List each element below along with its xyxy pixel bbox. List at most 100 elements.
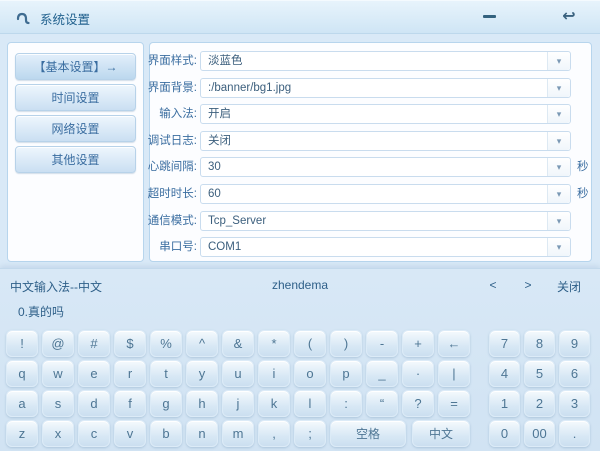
keyboard-key[interactable]: u (222, 360, 254, 387)
keyboard-key[interactable]: # (78, 330, 110, 357)
keyboard-key[interactable]: ^ (186, 330, 218, 357)
keyboard-key[interactable]: d (78, 390, 110, 417)
numpad-key[interactable]: 2 (524, 390, 555, 417)
keyboard-key[interactable]: n (186, 420, 218, 447)
numpad-key[interactable]: 8 (524, 330, 555, 357)
keyboard-key[interactable]: r (114, 360, 146, 387)
keyboard-key[interactable]: p (330, 360, 362, 387)
keyboard-key[interactable]: x (42, 420, 74, 447)
form-dropdown[interactable]: 开启▾ (200, 104, 571, 124)
keyboard-key[interactable]: e (78, 360, 110, 387)
keyboard-key[interactable]: v (114, 420, 146, 447)
chevron-down-icon[interactable]: ▾ (547, 238, 570, 256)
sidebar-item-other-settings[interactable]: 其他设置 (15, 146, 136, 173)
sidebar-item-label: 【基本设置】→ (33, 58, 117, 75)
keyboard-key[interactable]: % (150, 330, 182, 357)
form-label: 界面背景: (137, 78, 197, 98)
form-dropdown[interactable]: 60 ▾ (200, 184, 571, 204)
chevron-down-icon[interactable]: ▾ (547, 52, 570, 70)
key-space[interactable]: 空格 (330, 420, 406, 447)
chevron-down-icon[interactable]: ▾ (547, 79, 570, 97)
keyboard-key[interactable]: | (438, 360, 470, 387)
keyboard-key[interactable]: ! (6, 330, 38, 357)
keyboard-key[interactable]: b (150, 420, 182, 447)
dropdown-value: :/banner/bg1.jpg (208, 79, 291, 97)
numpad-key[interactable]: 4 (489, 360, 520, 387)
ime-next-page-button[interactable]: > (519, 278, 537, 292)
keyboard-key[interactable]: * (258, 330, 290, 357)
numpad-key[interactable]: . (559, 420, 590, 447)
keyboard-key[interactable]: f (114, 390, 146, 417)
keyboard-key[interactable]: z (6, 420, 38, 447)
keyboard-key[interactable]: + (402, 330, 434, 357)
sidebar-item-time-settings[interactable]: 时间设置 (15, 84, 136, 111)
keyboard-key[interactable]: : (330, 390, 362, 417)
keyboard-key[interactable]: - (366, 330, 398, 357)
unit-label: 秒 (577, 184, 589, 204)
keyboard-key[interactable]: k (258, 390, 290, 417)
keyboard-key[interactable]: a (6, 390, 38, 417)
keyboard-key[interactable]: · (402, 360, 434, 387)
numpad-key[interactable]: 1 (489, 390, 520, 417)
sidebar-item-basic-settings[interactable]: 【基本设置】→ (15, 53, 136, 80)
key-backspace[interactable]: ← (438, 330, 470, 357)
ime-candidate[interactable]: 0.真的吗 (18, 303, 64, 320)
form-dropdown[interactable]: :/banner/bg1.jpg ▾ (200, 78, 571, 98)
keyboard-key[interactable]: ) (330, 330, 362, 357)
keyboard-key[interactable]: $ (114, 330, 146, 357)
numpad-key[interactable]: 6 (559, 360, 590, 387)
form-dropdown[interactable]: 淡蓝色▾ (200, 51, 571, 71)
keyboard-key[interactable]: i (258, 360, 290, 387)
sidebar-item-label: 网络设置 (51, 120, 99, 137)
keyboard-key[interactable]: j (222, 390, 254, 417)
keyboard-key[interactable]: ? (402, 390, 434, 417)
keyboard-key[interactable]: q (6, 360, 38, 387)
key-chinese-toggle[interactable]: 中文 (412, 420, 470, 447)
keyboard-key[interactable]: c (78, 420, 110, 447)
sidebar-item-network-settings[interactable]: 网络设置 (15, 115, 136, 142)
keyboard-key[interactable]: w (42, 360, 74, 387)
keyboard-key[interactable]: @ (42, 330, 74, 357)
keyboard-key[interactable]: ; (294, 420, 326, 447)
keyboard-key[interactable]: “ (366, 390, 398, 417)
keyboard-key[interactable]: , (258, 420, 290, 447)
keyboard-key[interactable]: _ (366, 360, 398, 387)
numpad-key[interactable]: 0 (489, 420, 520, 447)
chevron-down-icon[interactable]: ▾ (547, 158, 570, 176)
form-dropdown[interactable]: COM1▾ (200, 237, 571, 257)
numpad-key[interactable]: 7 (489, 330, 520, 357)
dropdown-value: 60 (208, 185, 221, 203)
minimize-icon (483, 15, 496, 18)
keyboard-key[interactable]: t (150, 360, 182, 387)
keyboard-key[interactable]: = (438, 390, 470, 417)
form-dropdown[interactable]: 关闭▾ (200, 131, 571, 151)
numpad-key[interactable]: 5 (524, 360, 555, 387)
form-label: 调试日志: (137, 131, 197, 151)
ime-prev-page-button[interactable]: < (484, 278, 502, 292)
form-dropdown[interactable]: 30▾ (200, 157, 571, 177)
keyboard-key[interactable]: y (186, 360, 218, 387)
keyboard-key[interactable]: h (186, 390, 218, 417)
form-dropdown[interactable]: Tcp_Server▾ (200, 211, 571, 231)
numpad-key[interactable]: 00 (524, 420, 555, 447)
keyboard-key[interactable]: ( (294, 330, 326, 357)
back-button[interactable]: ↩ (556, 4, 582, 28)
chevron-down-icon[interactable]: ▾ (547, 132, 570, 150)
keyboard-key[interactable]: & (222, 330, 254, 357)
keyboard-key[interactable]: m (222, 420, 254, 447)
wave-logo-icon (14, 8, 32, 26)
keyboard-key[interactable]: l (294, 390, 326, 417)
chevron-down-icon[interactable]: ▾ (547, 212, 570, 230)
return-arrow-icon: ↩ (562, 6, 575, 26)
keyboard-key[interactable]: o (294, 360, 326, 387)
numpad-key[interactable]: 3 (559, 390, 590, 417)
numpad-key[interactable]: 9 (559, 330, 590, 357)
keyboard-key[interactable]: g (150, 390, 182, 417)
ime-close-button[interactable]: 关闭 (548, 278, 590, 295)
app-window: 系统设置 ↩ 【基本设置】→ 时间设置 网络设置 其他设置 界面样式:淡蓝色▾界… (0, 0, 600, 450)
minimize-button[interactable] (476, 4, 502, 28)
form-label: 串口号: (137, 237, 197, 257)
chevron-down-icon[interactable]: ▾ (547, 105, 570, 123)
keyboard-key[interactable]: s (42, 390, 74, 417)
chevron-down-icon[interactable]: ▾ (547, 185, 570, 203)
